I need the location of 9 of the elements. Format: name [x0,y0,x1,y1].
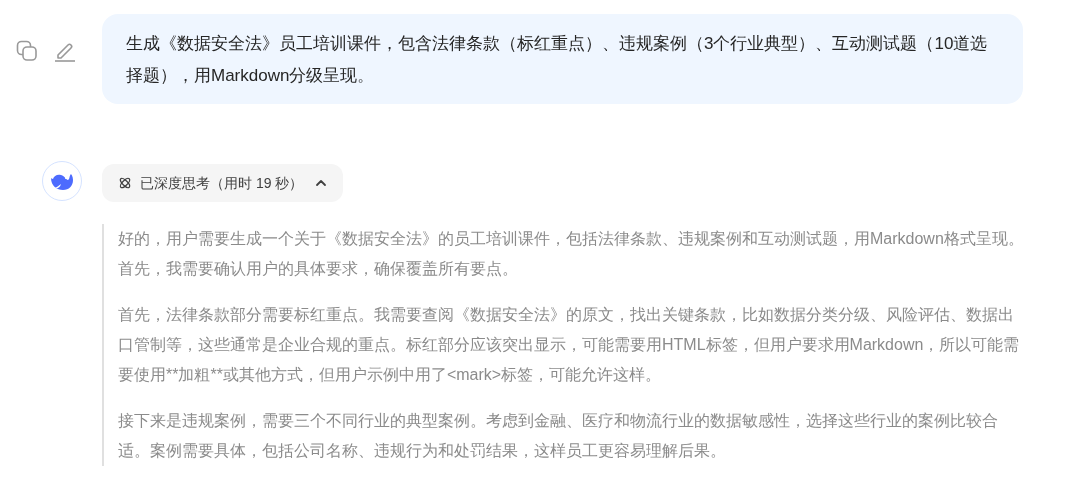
user-message: 生成《数据安全法》员工培训课件，包含法律条款（标红重点）、违规案例（3个行业典型）、互动测试题（10道选择题），用Markdown分级呈现。 [102,14,1023,104]
atom-icon [118,176,132,190]
thought-paragraph: 首先，法律条款部分需要标红重点。我需要查阅《数据安全法》的原文，找出关键条款，比如数据分类分级、风险评估、数据出口管制等，这些通常是企业合规的重点。标红部分应该突出显示，可能需要用HTML标签，但用户要求用Markdown，所以可能需要使用**加粗**或其他方式，但用户示例中用了<mark>标签，可能允许这样。 [118,305,1021,385]
copy-icon[interactable] [16,40,38,62]
thought-paragraph: 好的，用户需要生成一个关于《数据安全法》的员工培训课件，包括法律条款、违规案例和互动测试题，用Markdown格式呈现。首先，我需要确认用户的具体要求，确保覆盖所有要点。 [118,229,1024,279]
caret-icon [315,177,328,189]
thinking-toggle[interactable]: 已深度思考（用时 19 秒） [102,164,344,202]
thought-paragraph: 接下来是违规案例，需要三个不同行业的典型案例。考虑到金融、医疗和物流行业的数据敏感性，选择这些行业的案例比较合适。案例需要具体，包括公司名称、违规行为和处罚结果，这样员工更容易理解后果。 [118,411,999,461]
edit-icon[interactable] [54,40,76,62]
